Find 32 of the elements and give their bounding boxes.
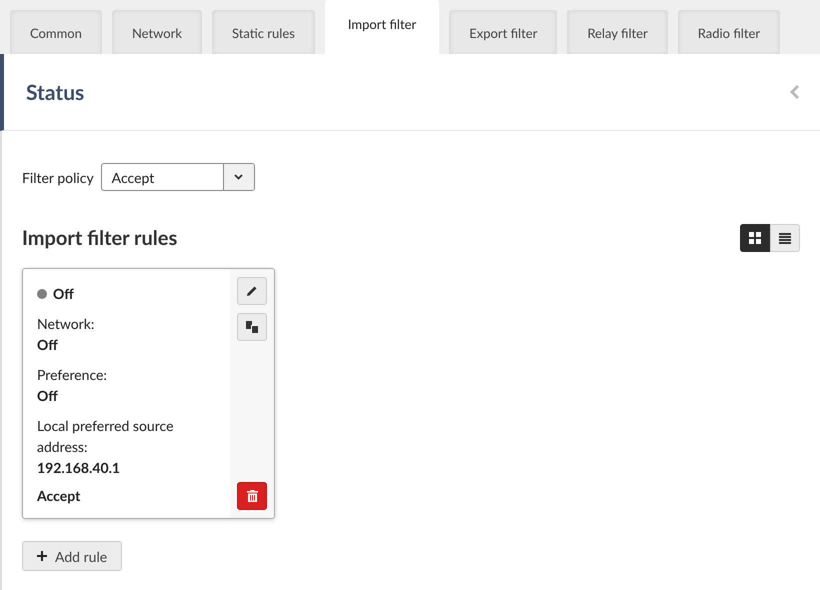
tab[interactable]: Common (10, 10, 102, 54)
view-toggle[interactable] (740, 224, 770, 252)
field-label: Network: (37, 314, 96, 334)
field-label: Local preferred source address: (37, 416, 174, 457)
plus-icon (37, 551, 47, 561)
rule-action: Accept (37, 487, 82, 504)
tab[interactable]: Import filter (324, 0, 440, 54)
edit-button[interactable] (237, 277, 267, 305)
tab[interactable]: Static rules (212, 10, 315, 54)
field-value: Off (37, 335, 59, 355)
delete-button[interactable] (237, 482, 267, 510)
field-label: Filter policy (22, 168, 94, 186)
trash-icon (246, 490, 258, 502)
field-value: 192.168.40.1 (37, 458, 122, 478)
tab[interactable]: Radio filter (678, 10, 780, 54)
copy-button[interactable] (237, 313, 267, 341)
section-heading: Import filter rules (22, 226, 178, 250)
policy-select[interactable]: Accept (100, 163, 255, 191)
field-value: Off (37, 386, 59, 406)
tab[interactable]: Export filter (449, 10, 558, 54)
rule-status: Off (53, 285, 74, 302)
section-title: Status (26, 80, 84, 104)
tab[interactable]: Network (112, 10, 202, 54)
caret-icon (234, 174, 244, 180)
field-label: Preference: (37, 365, 108, 385)
pencil-icon (246, 285, 258, 297)
copy-icon (246, 321, 258, 333)
list-icon (779, 232, 791, 244)
add-rule-button[interactable]: Add rule (22, 541, 122, 571)
status-header[interactable]: Status (0, 54, 820, 131)
grid-icon (749, 232, 761, 244)
tab[interactable]: Relay filter (567, 10, 668, 54)
